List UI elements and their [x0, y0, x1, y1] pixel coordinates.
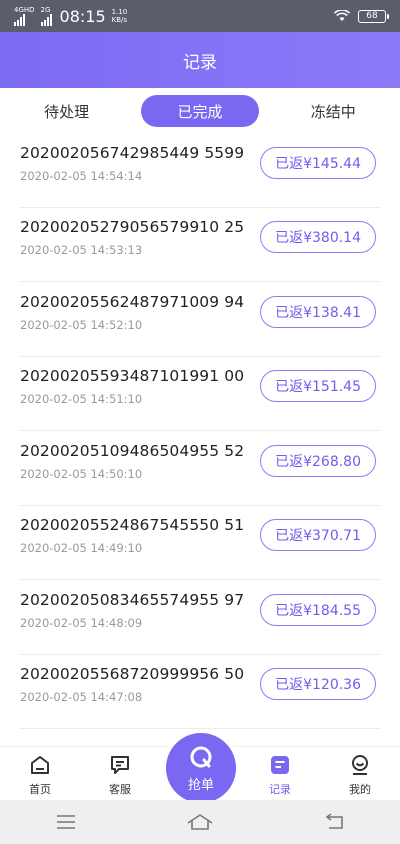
order-number: 20200205568720999956 50 — [20, 665, 245, 683]
tab-completed-label: 已完成 — [177, 102, 223, 121]
record-row[interactable]: 202002056742985449 5599 2020-02-05 14:54… — [0, 134, 400, 208]
home-icon[interactable] — [186, 813, 214, 831]
returned-amount-badge: 已返¥184.55 — [260, 594, 376, 626]
network-label-2: 2G — [40, 5, 51, 14]
signal-group-1: 4GHD — [14, 5, 35, 26]
returned-amount-badge: 已返¥145.44 — [260, 147, 376, 179]
row-divider — [20, 430, 380, 431]
tab-frozen-label: 冻结中 — [310, 102, 356, 121]
order-number: 20200205593487101991 00 — [20, 367, 245, 385]
battery-icon: 68 — [358, 9, 389, 23]
order-time: 2020-02-05 14:47:08 — [20, 690, 143, 704]
network-speed: 1.10 KB/s — [112, 8, 128, 24]
record-row[interactable]: 20200205593487101991 00 2020-02-05 14:51… — [0, 357, 400, 431]
back-icon[interactable] — [323, 813, 345, 831]
status-tabs: 待处理 已完成 冻结中 — [0, 88, 400, 134]
tab-pending-label: 待处理 — [44, 102, 90, 121]
record-row[interactable]: 20200205524867545550 51 2020-02-05 14:49… — [0, 506, 400, 580]
page-header: 记录 — [0, 32, 400, 88]
network-speed-value: 1.10 — [111, 8, 128, 16]
order-time: 2020-02-05 14:50:10 — [20, 467, 143, 481]
signal-group-2: 2G — [40, 5, 52, 26]
wifi-icon — [334, 10, 350, 21]
record-row[interactable]: 20200205109486504955 52 2020-02-05 14:50… — [0, 432, 400, 506]
status-time: 08:15 — [59, 6, 106, 26]
returned-amount-badge: 已返¥120.36 — [260, 668, 376, 700]
nav-home[interactable]: 首页 — [10, 753, 70, 797]
returned-amount-badge: 已返¥370.71 — [260, 519, 376, 551]
records-icon — [271, 756, 289, 774]
order-time: 2020-02-05 14:49:10 — [20, 541, 143, 555]
nav-records[interactable]: 记录 — [250, 753, 310, 797]
order-time: 2020-02-05 14:53:13 — [20, 243, 143, 257]
record-row[interactable]: 20200205279056579910 25 2020-02-05 14:53… — [0, 208, 400, 282]
order-time: 2020-02-05 14:52:10 — [20, 318, 143, 332]
order-time: 2020-02-05 14:51:10 — [20, 392, 143, 406]
network-label-1: 4GHD — [14, 5, 35, 14]
nav-mine-label: 我的 — [349, 783, 371, 796]
order-number: 20200205562487971009 94 — [20, 293, 245, 311]
nav-service-label: 客服 — [109, 783, 131, 796]
chat-icon — [111, 756, 129, 774]
menu-icon[interactable] — [55, 814, 77, 830]
row-divider — [20, 281, 380, 282]
grab-order-button[interactable]: 抢单 — [166, 733, 236, 803]
order-number: 20200205109486504955 52 — [20, 442, 245, 460]
returned-amount-badge: 已返¥151.45 — [260, 370, 376, 402]
system-nav-bar — [0, 800, 400, 844]
order-number: 202002056742985449 5599 — [20, 144, 245, 162]
nav-mine[interactable]: 我的 — [330, 753, 390, 797]
order-number: 20200205279056579910 25 — [20, 218, 245, 236]
order-number: 20200205524867545550 51 — [20, 516, 245, 534]
returned-amount-badge: 已返¥138.41 — [260, 296, 376, 328]
records-list[interactable]: 202002056742985449 5599 2020-02-05 14:54… — [0, 134, 400, 746]
row-divider — [20, 579, 380, 580]
tab-pending[interactable]: 待处理 — [8, 95, 126, 127]
network-speed-unit: KB/s — [111, 16, 128, 24]
grab-order-label: 抢单 — [187, 777, 214, 793]
battery-level: 68 — [366, 11, 378, 21]
record-row[interactable]: 20200205083465574955 97 2020-02-05 14:48… — [0, 581, 400, 655]
nav-records-label: 记录 — [269, 783, 291, 796]
home-icon — [31, 756, 49, 774]
row-divider — [20, 728, 380, 729]
tab-frozen[interactable]: 冻结中 — [274, 95, 392, 127]
signal-bars-icon — [14, 13, 35, 26]
returned-amount-badge: 已返¥380.14 — [260, 221, 376, 253]
nav-home-label: 首页 — [29, 783, 51, 796]
signal-bars-icon — [40, 13, 52, 26]
record-row[interactable]: 20200205568720999956 50 2020-02-05 14:47… — [0, 655, 400, 729]
order-number: 20200205083465574955 97 — [20, 591, 245, 609]
signal-indicators: 4GHD 2G — [14, 5, 52, 26]
record-row[interactable]: 20200205562487971009 94 2020-02-05 14:52… — [0, 283, 400, 357]
nav-service[interactable]: 客服 — [90, 753, 150, 797]
returned-amount-badge: 已返¥268.80 — [260, 445, 376, 477]
user-icon — [352, 755, 368, 775]
search-icon — [190, 746, 212, 767]
page-title: 记录 — [183, 52, 217, 73]
tab-completed[interactable]: 已完成 — [140, 95, 259, 127]
status-bar: 4GHD 2G 08:15 1.10 KB/s 68 — [0, 0, 400, 32]
order-time: 2020-02-05 14:54:14 — [20, 169, 143, 183]
order-time: 2020-02-05 14:48:09 — [20, 616, 143, 630]
